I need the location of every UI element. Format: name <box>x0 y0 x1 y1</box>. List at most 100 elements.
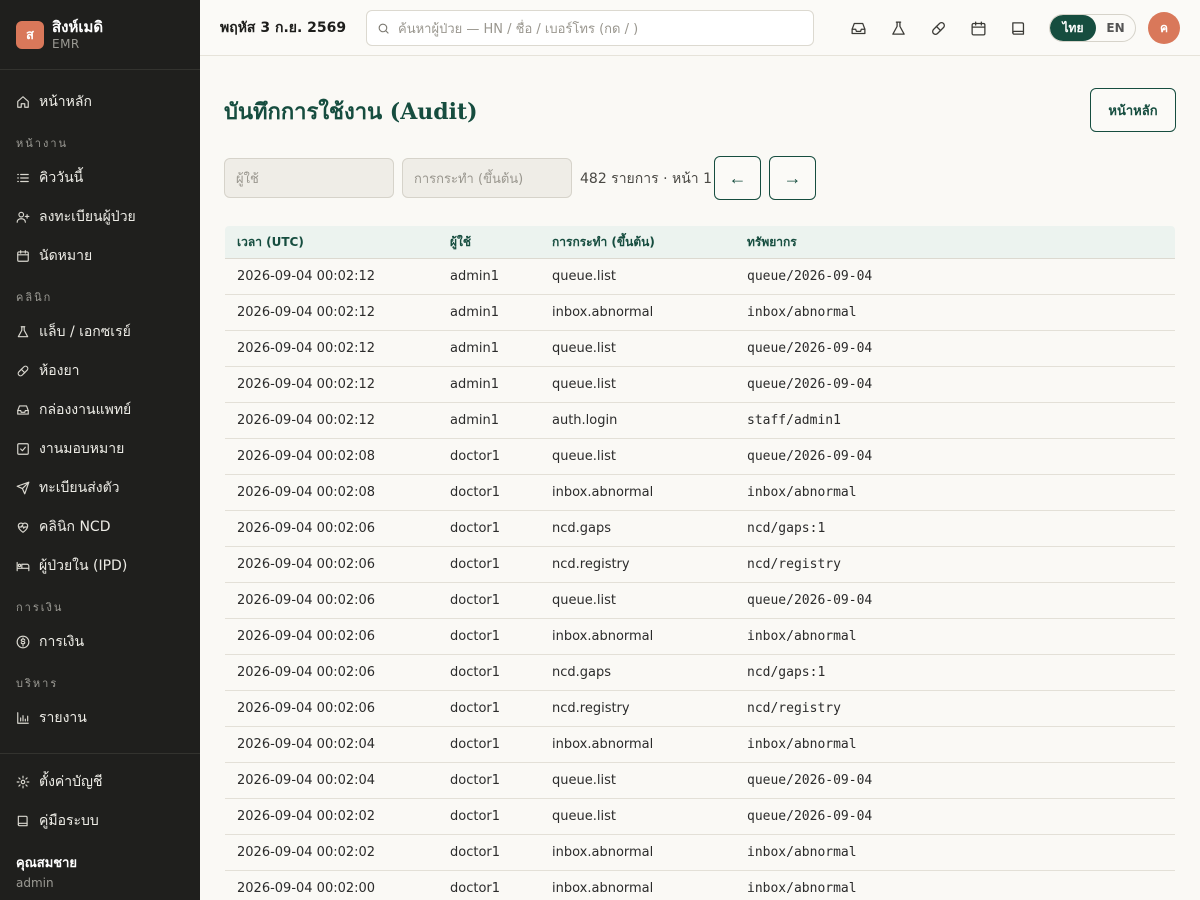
cell-resource: inbox/abnormal <box>747 845 857 860</box>
table-row[interactable]: 2026-09-04 00:02:04 doctor1 inbox.abnormal… <box>225 727 1175 763</box>
cell-resource: queue/2026-09-04 <box>747 341 873 356</box>
sidebar-item-appointments[interactable]: นัดหมาย <box>0 236 200 275</box>
sidebar-item-billing[interactable]: การเงิน <box>0 622 200 661</box>
home-button[interactable]: หน้าหลัก <box>1090 88 1176 132</box>
table-row[interactable]: 2026-09-04 00:02:00 doctor1 inbox.abnormal… <box>225 871 1175 900</box>
prev-page-button[interactable]: ← <box>714 156 761 200</box>
cell-user: doctor1 <box>450 557 501 572</box>
cell-resource: inbox/abnormal <box>747 881 857 896</box>
table-row[interactable]: 2026-09-04 00:02:12 admin1 auth.login staff… <box>225 403 1175 439</box>
lang-en-button[interactable]: EN <box>1096 15 1135 41</box>
sidebar-item-label: หน้าหลัก <box>39 93 92 110</box>
search-placeholder: ค้นหาผู้ป่วย — HN / ชื่อ / เบอร์โทร (กด … <box>398 21 639 37</box>
sidebar-item-referrals[interactable]: ทะเบียนส่งตัว <box>0 468 200 507</box>
cell-time: 2026-09-04 00:02:08 <box>237 449 376 464</box>
nav-section-admin: บริหาร <box>16 677 59 690</box>
cell-time: 2026-09-04 00:02:12 <box>237 305 376 320</box>
cell-action: ncd.gaps <box>552 521 612 536</box>
audit-table: เวลา (UTC) ผู้ใช้ การกระทำ (ขึ้นต้น) ทรั… <box>225 226 1175 900</box>
column-header-action[interactable]: การกระทำ (ขึ้นต้น) <box>552 233 747 252</box>
cell-resource: ncd/gaps:1 <box>747 521 826 536</box>
cell-user: doctor1 <box>450 485 501 500</box>
sidebar-item-assignments[interactable]: งานมอบหมาย <box>0 429 200 468</box>
cell-action: inbox.abnormal <box>552 485 654 500</box>
column-header-time[interactable]: เวลา (UTC) <box>225 233 450 252</box>
cell-time: 2026-09-04 00:02:06 <box>237 665 376 680</box>
sidebar-item-label: รายงาน <box>39 709 87 726</box>
table-row[interactable]: 2026-09-04 00:02:06 doctor1 ncd.registry nc… <box>225 547 1175 583</box>
table-row[interactable]: 2026-09-04 00:02:06 doctor1 queue.list queu… <box>225 583 1175 619</box>
sidebar-item-pharmacy[interactable]: ห้องยา <box>0 351 200 390</box>
cell-resource: queue/2026-09-04 <box>747 377 873 392</box>
flask-icon[interactable] <box>888 18 908 38</box>
table-row[interactable]: 2026-09-04 00:02:06 doctor1 ncd.gaps ncd/ga… <box>225 511 1175 547</box>
cell-action: ncd.gaps <box>552 665 612 680</box>
cell-resource: queue/2026-09-04 <box>747 809 873 824</box>
action-filter-input[interactable]: การกระทำ (ขึ้นต้น) <box>402 158 572 198</box>
sidebar-item-queue[interactable]: คิววันนี้ <box>0 158 200 197</box>
home-icon <box>16 95 30 109</box>
language-toggle: ไทย EN <box>1049 14 1136 42</box>
heart-pulse-icon <box>16 520 30 534</box>
cell-resource: ncd/registry <box>747 557 841 572</box>
table-row[interactable]: 2026-09-04 00:02:08 doctor1 queue.list queu… <box>225 439 1175 475</box>
cell-action: inbox.abnormal <box>552 629 654 644</box>
checkbox-icon <box>16 442 30 456</box>
table-row[interactable]: 2026-09-04 00:02:06 doctor1 ncd.gaps ncd/ga… <box>225 655 1175 691</box>
sidebar-item-lab[interactable]: แล็บ / เอกซเรย์ <box>0 312 200 351</box>
sidebar-item-reports[interactable]: รายงาน <box>0 698 200 737</box>
result-count: 482 รายการ · หน้า 1 <box>580 171 712 187</box>
list-icon <box>16 171 30 185</box>
main-content: บันทึกการใช้งาน (Audit) หน้าหลัก ผู้ใช้ … <box>200 56 1200 900</box>
column-header-user[interactable]: ผู้ใช้ <box>450 233 552 252</box>
cell-action: inbox.abnormal <box>552 305 654 320</box>
sidebar-item-ipd[interactable]: ผู้ป่วยใน (IPD) <box>0 546 200 585</box>
topbar-icons <box>848 18 1048 38</box>
table-row[interactable]: 2026-09-04 00:02:12 admin1 queue.list queue… <box>225 331 1175 367</box>
cell-action: queue.list <box>552 377 616 392</box>
column-header-resource[interactable]: ทรัพยากร <box>747 233 1175 252</box>
sidebar-item-manual[interactable]: คู่มือระบบ <box>0 801 200 840</box>
book-icon <box>16 814 30 828</box>
table-row[interactable]: 2026-09-04 00:02:02 doctor1 inbox.abnormal… <box>225 835 1175 871</box>
cell-user: doctor1 <box>450 665 501 680</box>
table-row[interactable]: 2026-09-04 00:02:12 admin1 queue.list queue… <box>225 259 1175 295</box>
table-row[interactable]: 2026-09-04 00:02:08 doctor1 inbox.abnormal… <box>225 475 1175 511</box>
brand[interactable]: ส สิงห์เมดิ EMR <box>0 0 200 70</box>
cell-time: 2026-09-04 00:02:12 <box>237 269 376 284</box>
cell-user: admin1 <box>450 305 500 320</box>
calendar-icon <box>16 249 30 263</box>
cell-user: admin1 <box>450 341 500 356</box>
inbox-icon[interactable] <box>848 18 868 38</box>
brand-name: สิงห์เมดิ <box>52 17 104 36</box>
table-row[interactable]: 2026-09-04 00:02:06 doctor1 ncd.registry nc… <box>225 691 1175 727</box>
cell-resource: inbox/abnormal <box>747 629 857 644</box>
lang-th-button[interactable]: ไทย <box>1050 15 1096 41</box>
cell-user: doctor1 <box>450 521 501 536</box>
sidebar-item-label: ลงทะเบียนผู้ป่วย <box>39 208 136 225</box>
sidebar-item-register[interactable]: ลงทะเบียนผู้ป่วย <box>0 197 200 236</box>
cell-action: auth.login <box>552 413 618 428</box>
book-icon[interactable] <box>1008 18 1028 38</box>
table-row[interactable]: 2026-09-04 00:02:02 doctor1 queue.list queu… <box>225 799 1175 835</box>
inbox-icon <box>16 403 30 417</box>
sidebar-item-account-settings[interactable]: ตั้งค่าบัญชี <box>0 762 200 801</box>
sidebar-item-ncd[interactable]: คลินิก NCD <box>0 507 200 546</box>
table-row[interactable]: 2026-09-04 00:02:06 doctor1 inbox.abnormal… <box>225 619 1175 655</box>
table-row[interactable]: 2026-09-04 00:02:04 doctor1 queue.list queu… <box>225 763 1175 799</box>
user-filter-input[interactable]: ผู้ใช้ <box>224 158 394 198</box>
table-row[interactable]: 2026-09-04 00:02:12 admin1 inbox.abnormal i… <box>225 295 1175 331</box>
calendar-icon[interactable] <box>968 18 988 38</box>
cell-time: 2026-09-04 00:02:06 <box>237 557 376 572</box>
patient-search-input[interactable]: ค้นหาผู้ป่วย — HN / ชื่อ / เบอร์โทร (กด … <box>366 10 814 46</box>
cell-action: queue.list <box>552 773 616 788</box>
cell-time: 2026-09-04 00:02:12 <box>237 413 376 428</box>
sidebar-item-doctor-inbox[interactable]: กล่องงานแพทย์ <box>0 390 200 429</box>
pill-icon[interactable] <box>928 18 948 38</box>
cell-action: inbox.abnormal <box>552 881 654 896</box>
cell-user: admin1 <box>450 377 500 392</box>
table-row[interactable]: 2026-09-04 00:02:12 admin1 queue.list queue… <box>225 367 1175 403</box>
avatar[interactable]: ค <box>1148 12 1180 44</box>
sidebar-item-home[interactable]: หน้าหลัก <box>0 82 200 121</box>
next-page-button[interactable]: → <box>769 156 816 200</box>
